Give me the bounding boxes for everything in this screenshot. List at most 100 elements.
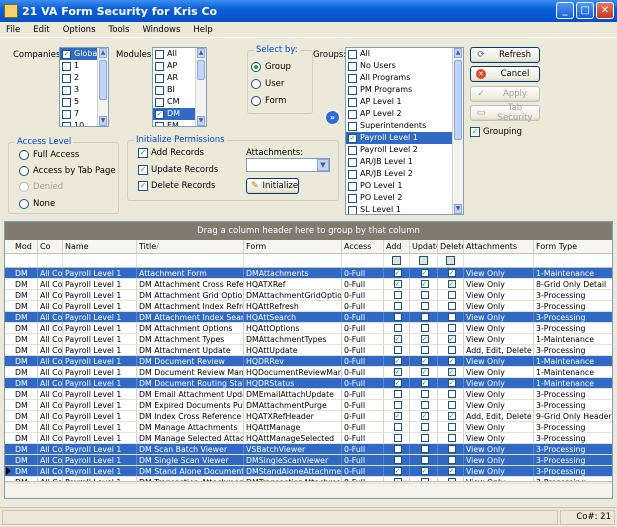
checkbox-icon[interactable] [62, 73, 71, 83]
horizontal-scrollbar[interactable] [5, 484, 612, 497]
cell-access[interactable]: 0-Full [342, 345, 384, 355]
groups-item[interactable]: Payroll Level 2 [346, 144, 463, 156]
cell-update[interactable] [410, 290, 438, 300]
column-header-add[interactable]: Add [384, 240, 410, 253]
checkbox-icon[interactable]: ✓ [420, 379, 429, 387]
checkbox-icon[interactable] [155, 61, 164, 71]
cell-delete[interactable] [438, 422, 464, 432]
cell-add[interactable] [384, 345, 410, 355]
cell-attachments[interactable]: View Only [464, 422, 534, 432]
checkbox-icon[interactable]: ✓ [447, 280, 456, 288]
cell-attachments[interactable]: View Only [464, 290, 534, 300]
table-row[interactable]: DM All Co Payroll Level 1 DM Document Routi… [5, 378, 612, 389]
modules-scrollbar[interactable]: ▲ ▼ [195, 48, 206, 126]
cell-delete[interactable] [438, 301, 464, 311]
cell-add[interactable] [384, 444, 410, 454]
checkbox-icon[interactable]: ✓ [393, 412, 402, 420]
cell-delete[interactable]: ✓ [438, 367, 464, 377]
column-header-access[interactable]: Access [342, 240, 384, 253]
cell-delete[interactable]: ✓ [438, 466, 464, 476]
filter-cell-access[interactable] [342, 254, 384, 267]
cell-update[interactable] [410, 301, 438, 311]
groups-item[interactable]: AR/JB Level 2 [346, 168, 463, 180]
cell-attachments[interactable]: Add, Edit, Delete [464, 411, 534, 421]
cell-access[interactable]: 0-Full [342, 279, 384, 289]
table-row[interactable]: DM All Co Payroll Level 1 DM Attachment Opt… [5, 323, 612, 334]
add-records-checkbox[interactable]: ✓ Add Records [138, 148, 204, 158]
cell-add[interactable]: ✓ [384, 367, 410, 377]
companies-scrollbar[interactable]: ▲ ▼ [97, 48, 108, 126]
cell-access[interactable]: 0-Full [342, 444, 384, 454]
column-header-name[interactable]: Name [63, 240, 137, 253]
initialize-button[interactable]: ✎ Initialize [246, 178, 299, 194]
checkbox-icon[interactable] [420, 346, 429, 354]
cell-delete[interactable]: ✓ [438, 279, 464, 289]
cell-update[interactable] [410, 312, 438, 322]
cell-attachments[interactable]: View Only [464, 301, 534, 311]
cell-add[interactable]: ✓ [384, 334, 410, 344]
checkbox-icon[interactable] [447, 291, 456, 299]
checkbox-icon[interactable] [420, 456, 429, 464]
filter-cell-delete[interactable] [438, 254, 464, 267]
checkbox-icon[interactable] [393, 423, 402, 431]
cell-add[interactable]: ✓ [384, 268, 410, 278]
grouping-checkbox[interactable]: ✓ Grouping [470, 127, 522, 137]
checkbox-icon[interactable]: ✓ [447, 335, 456, 343]
groups-item[interactable]: AR/JB Level 1 [346, 156, 463, 168]
table-row[interactable]: DM All Co Payroll Level 1 DM Attachment Upd… [5, 345, 612, 356]
checkbox-icon[interactable] [447, 434, 456, 442]
table-row[interactable]: DM All Co Payroll Level 1 DM Attachment Typ… [5, 334, 612, 345]
checkbox-icon[interactable] [348, 145, 357, 155]
cell-access[interactable]: 0-Full [342, 422, 384, 432]
cell-update[interactable] [410, 323, 438, 333]
cell-attachments[interactable]: View Only [464, 433, 534, 443]
cell-access[interactable]: 0-Full [342, 367, 384, 377]
cell-add[interactable] [384, 301, 410, 311]
cell-delete[interactable] [438, 455, 464, 465]
checkbox-icon[interactable]: ✓ [447, 368, 456, 376]
cell-delete[interactable] [438, 444, 464, 454]
checkbox-icon[interactable] [393, 456, 402, 464]
checkbox-icon[interactable] [155, 49, 164, 59]
checkbox-icon[interactable]: ✓ [420, 467, 429, 475]
table-row[interactable]: DM All Co Payroll Level 1 DM Manage Attachm… [5, 422, 612, 433]
menu-file[interactable]: File [6, 25, 20, 35]
cell-attachments[interactable]: View Only [464, 279, 534, 289]
checkbox-icon[interactable] [155, 85, 164, 95]
cell-delete[interactable] [438, 323, 464, 333]
column-header-delete[interactable]: Delete [438, 240, 464, 253]
maximize-icon[interactable]: □ [576, 2, 594, 19]
cell-attachments[interactable]: View Only [464, 444, 534, 454]
checkbox-icon[interactable] [393, 390, 402, 398]
checkbox-icon[interactable] [62, 85, 71, 95]
table-row[interactable]: DM All Co Payroll Level 1 DM Stand Alone Do… [5, 466, 612, 477]
cell-update[interactable]: ✓ [410, 411, 438, 421]
checkbox-icon[interactable] [420, 302, 429, 310]
table-row[interactable]: DM All Co Payroll Level 1 DM Scan Batch Vie… [5, 444, 612, 455]
cell-update[interactable] [410, 400, 438, 410]
access-tab-page-radio[interactable]: Access by Tab Page [19, 166, 116, 176]
cell-attachments[interactable]: Add, Edit, Delete [464, 345, 534, 355]
checkbox-icon[interactable] [393, 324, 402, 332]
tab-security-button[interactable]: ▭ Tab Security [470, 103, 540, 123]
cell-access[interactable]: 0-Full [342, 389, 384, 399]
cell-access[interactable]: 0-Full [342, 312, 384, 322]
table-row[interactable]: DM All Co Payroll Level 1 DM Attachment Ind… [5, 312, 612, 323]
cell-access[interactable]: 0-Full [342, 455, 384, 465]
checkbox-icon[interactable]: ✓ [393, 467, 402, 475]
column-header-mod[interactable]: Mod [13, 240, 38, 253]
checkbox-icon[interactable] [348, 205, 357, 214]
filter-cell-form-type[interactable] [534, 254, 612, 267]
cell-delete[interactable] [438, 389, 464, 399]
checkbox-icon[interactable]: ✓ [447, 412, 456, 420]
checkbox-icon[interactable] [348, 85, 357, 95]
checkbox-icon[interactable] [348, 169, 357, 179]
checkbox-icon[interactable]: ✓ [420, 280, 429, 288]
checkbox-icon[interactable]: ✓ [393, 280, 402, 288]
attachments-select[interactable]: ▼ [246, 158, 330, 172]
collapse-chevron-icon[interactable]: » [325, 110, 340, 125]
cell-attachments[interactable]: View Only [464, 378, 534, 388]
checkbox-icon[interactable] [348, 97, 357, 107]
groups-item[interactable]: All [346, 48, 463, 60]
checkbox-icon[interactable] [420, 445, 429, 453]
